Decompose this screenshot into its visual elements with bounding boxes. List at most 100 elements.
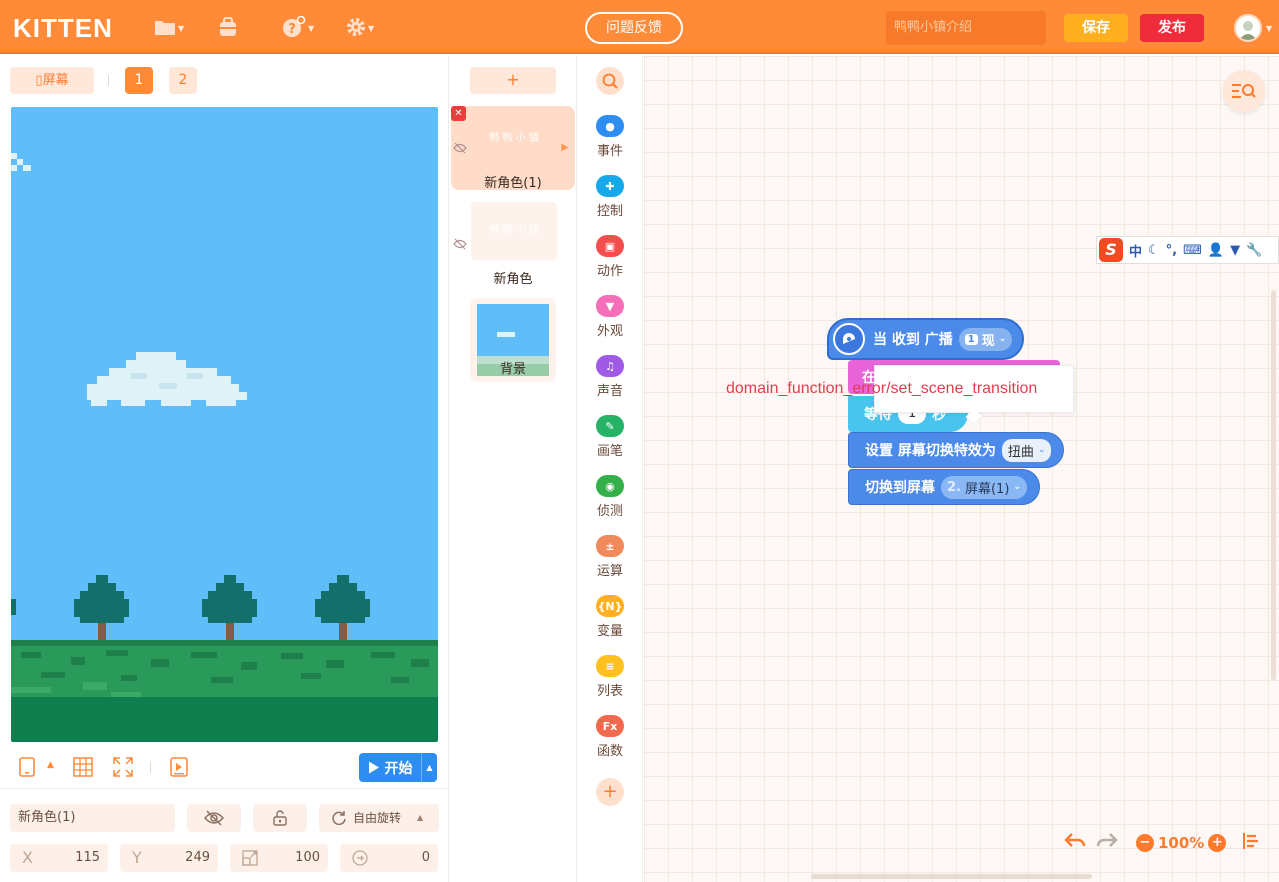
category-label: 外观 <box>596 324 623 339</box>
broadcast-dropdown[interactable]: 1 现 ⌄ <box>958 327 1013 351</box>
add-extension-button[interactable]: + <box>596 778 624 806</box>
sprite-item-2[interactable]: 鸭 鸭 小 镇 新角色 <box>451 202 575 287</box>
redo-icon <box>1096 833 1118 847</box>
wrench-icon[interactable]: 🔧 <box>1246 243 1262 258</box>
start-button[interactable]: 开始 ▲ <box>359 753 437 782</box>
screen-button[interactable]: ▯屏幕 <box>10 67 94 94</box>
punctuation-icon[interactable]: °, <box>1166 243 1177 258</box>
category-function[interactable]: Fx 函数 <box>577 715 643 759</box>
page-tab-1[interactable]: 1 <box>125 67 153 94</box>
delete-sprite-button[interactable]: ✕ <box>451 106 466 121</box>
file-menu[interactable]: ▼ <box>154 15 184 39</box>
unlock-icon <box>273 810 287 826</box>
chevron-up-icon: ▲ <box>417 813 424 822</box>
x-label: X <box>22 848 33 867</box>
grid-button[interactable] <box>73 757 93 781</box>
chevron-down-icon: ▼ <box>178 23 185 33</box>
fullscreen-button[interactable] <box>113 757 133 781</box>
device-button[interactable] <box>18 757 36 781</box>
sprite-name: 新角色 <box>493 272 533 287</box>
x-position-field[interactable]: X 115 <box>10 844 108 872</box>
add-sprite-button[interactable]: + <box>470 67 556 94</box>
block-label: 设置 屏幕切换特效为 <box>865 443 996 459</box>
save-button[interactable]: 保存 <box>1064 14 1128 42</box>
project-title-input[interactable]: 鸭鸭小镇介绍 <box>886 11 1046 45</box>
user-icon[interactable]: 👤 <box>1208 243 1224 258</box>
zoom-out-button[interactable]: − <box>1136 834 1154 852</box>
lock-toggle[interactable] <box>253 804 307 832</box>
category-motion[interactable]: ▣ 动作 <box>577 235 643 279</box>
ime-language-toggle[interactable]: 中 <box>1129 241 1142 260</box>
feedback-button[interactable]: 问题反馈 <box>585 12 683 44</box>
ime-toolbar[interactable]: S 中 ☾ °, ⌨ 👤 ▼ 🔧 <box>1096 236 1279 264</box>
block-finder-button[interactable] <box>1223 70 1265 112</box>
rotate-icon <box>332 811 346 826</box>
y-position-field[interactable]: Y 249 <box>120 844 218 872</box>
page-tab-2[interactable]: 2 <box>169 67 197 94</box>
avatar[interactable] <box>1234 14 1262 42</box>
direction-field[interactable]: 0 <box>340 844 438 872</box>
screen-number: 2. <box>947 479 961 495</box>
category-sound[interactable]: ♫ 声音 <box>577 355 643 399</box>
undo-button[interactable] <box>1064 832 1086 854</box>
list-search-icon <box>1232 84 1256 98</box>
category-operator[interactable]: ± 运算 <box>577 535 643 579</box>
sprite-thumbnail: 鸭 鸭 小 镇 <box>489 133 539 144</box>
eye-off-icon <box>203 810 225 826</box>
top-bar: KITTEN ▼ ? ▼ ▼ 问题反馈 鸭鸭小镇介绍 保存 发布 ▼ <box>0 0 1279 54</box>
shirt-icon[interactable]: ▼ <box>1230 243 1240 258</box>
help-menu[interactable]: ? ▼ <box>282 15 314 39</box>
arrange-blocks-button[interactable] <box>1242 832 1260 854</box>
eye-off-icon[interactable] <box>453 238 467 254</box>
workspace-toolbar: − 100% + <box>1064 832 1260 854</box>
horizontal-scrollbar[interactable] <box>811 874 1092 879</box>
chevron-down-icon: ▼ <box>308 23 315 33</box>
switch-screen-block[interactable]: 切换到屏幕 2. 屏幕(1) ⌄ <box>848 469 1040 505</box>
moon-icon[interactable]: ☾ <box>1148 243 1160 258</box>
chevron-down-icon: ▼ <box>368 23 375 33</box>
chevron-down-icon: ▼ <box>1266 24 1273 33</box>
category-pen[interactable]: ✎ 画笔 <box>577 415 643 459</box>
eye-off-icon[interactable] <box>453 142 467 158</box>
sensing-icon: ◉ <box>596 475 624 497</box>
sprite-name-field[interactable]: 新角色(1) <box>10 804 175 832</box>
category-sensing[interactable]: ◉ 侦测 <box>577 475 643 519</box>
category-variable[interactable]: {N} 变量 <box>577 595 643 639</box>
background-item[interactable]: 背景 <box>470 298 556 382</box>
backpack-button[interactable] <box>218 15 238 39</box>
rotation-mode-label: 自由旋转 <box>353 811 402 825</box>
category-looks[interactable]: ▼ 外观 <box>577 295 643 339</box>
block-category-panel: ● 事件 ✚ 控制 ▣ 动作 ▼ 外观 ♫ 声音 ✎ 画笔 ◉ 侦测 ± 运算 {N} 变量 ≡ 列表 Fx 函数 + <box>577 56 643 882</box>
motion-icon: ▣ <box>596 235 624 257</box>
set-screen-transition-block[interactable]: 设置 屏幕切换特效为 扭曲 ⌄ <box>848 432 1065 468</box>
play-mode-button[interactable] <box>170 757 188 781</box>
start-button-label: 开始 <box>384 760 413 777</box>
vertical-scrollbar[interactable] <box>1271 290 1276 680</box>
stage-canvas[interactable] <box>11 107 438 742</box>
size-field[interactable]: 100 <box>230 844 328 872</box>
transition-effect-dropdown[interactable]: 扭曲 ⌄ <box>1001 438 1052 462</box>
target-screen-dropdown[interactable]: 2. 屏幕(1) ⌄ <box>941 475 1027 499</box>
when-receive-broadcast-block[interactable]: 当 收到 广播 1 现 ⌄ <box>827 318 1025 360</box>
chevron-up-icon[interactable]: ▲ <box>421 753 437 782</box>
rotation-mode-select[interactable]: 自由旋转 ▲ <box>319 804 439 832</box>
screen-button-label: 屏幕 <box>42 73 69 88</box>
category-list[interactable]: ≡ 列表 <box>577 655 643 699</box>
function-icon: Fx <box>596 715 624 737</box>
settings-menu[interactable]: ▼ <box>346 15 374 39</box>
tree-shapes <box>11 575 370 641</box>
chevron-right-icon[interactable]: ▶ <box>561 142 569 153</box>
sprite-item-1[interactable]: 鸭 鸭 小 镇 ▶ 新角色(1) <box>451 106 575 191</box>
publish-button[interactable]: 发布 <box>1140 14 1204 42</box>
redo-button[interactable] <box>1096 832 1118 854</box>
block-search-button[interactable] <box>596 67 624 95</box>
chevron-up-icon[interactable]: ▲ <box>47 760 54 770</box>
resize-icon <box>242 850 258 866</box>
keyboard-icon[interactable]: ⌨ <box>1183 243 1202 258</box>
category-control[interactable]: ✚ 控制 <box>577 175 643 219</box>
undo-icon <box>1064 833 1086 847</box>
size-value: 100 <box>295 850 320 865</box>
category-event[interactable]: ● 事件 <box>577 115 643 159</box>
zoom-in-button[interactable]: + <box>1208 834 1227 852</box>
visibility-toggle[interactable] <box>187 804 241 832</box>
